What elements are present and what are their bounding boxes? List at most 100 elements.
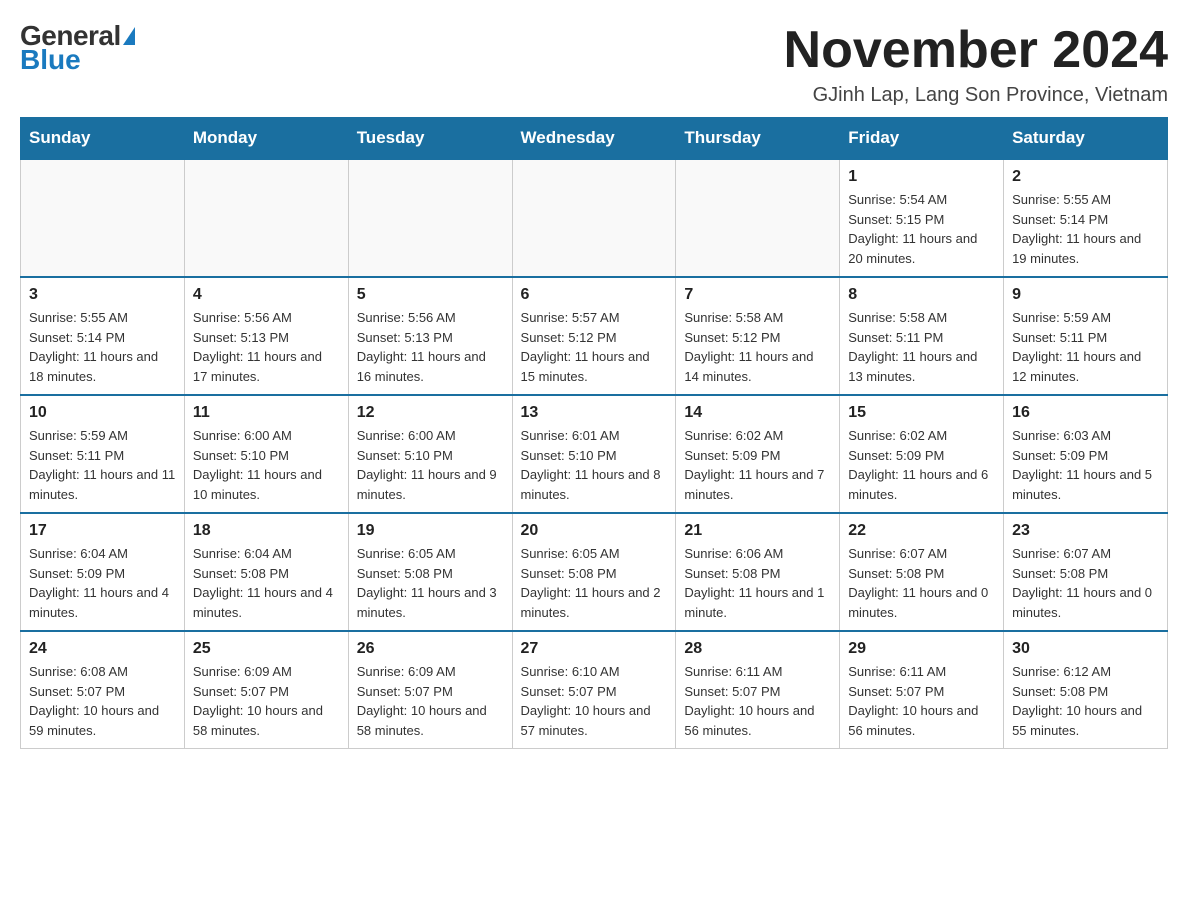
logo: General Blue: [20, 20, 135, 76]
calendar-cell: 18 Sunrise: 6:04 AMSunset: 5:08 PMDayligh…: [184, 513, 348, 631]
day-number: 10: [29, 404, 176, 422]
header-friday: Friday: [840, 118, 1004, 160]
day-number: 27: [521, 640, 668, 658]
day-info: Sunrise: 6:01 AMSunset: 5:10 PMDaylight:…: [521, 426, 668, 504]
day-number: 25: [193, 640, 340, 658]
calendar-cell: 15Sunrise: 6:02 AMSunset: 5:09 PMDayligh…: [840, 395, 1004, 513]
day-number: 30: [1012, 640, 1159, 658]
day-number: 24: [29, 640, 176, 658]
day-info: Sunrise: 6:04 AMSunset: 5:09 PMDaylight:…: [29, 544, 176, 622]
day-number: 3: [29, 286, 176, 304]
day-number: 16: [1012, 404, 1159, 422]
day-info: Sunrise: 5:58 AMSunset: 5:11 PMDaylight:…: [848, 308, 995, 386]
day-info: Sunrise: 5:55 AMSunset: 5:14 PMDaylight:…: [29, 308, 176, 386]
calendar-cell: 20 Sunrise: 6:05 AMSunset: 5:08 PMDayligh…: [512, 513, 676, 631]
day-number: 17: [29, 522, 176, 540]
calendar-cell: 21Sunrise: 6:06 AMSunset: 5:08 PMDayligh…: [676, 513, 840, 631]
calendar-cell: 12 Sunrise: 6:00 AMSunset: 5:10 PMDayligh…: [348, 395, 512, 513]
day-number: 8: [848, 286, 995, 304]
day-number: 9: [1012, 286, 1159, 304]
day-info: Sunrise: 5:55 AMSunset: 5:14 PMDaylight:…: [1012, 190, 1159, 268]
day-info: Sunrise: 5:54 AMSunset: 5:15 PMDaylight:…: [848, 190, 995, 268]
calendar-cell: 28 Sunrise: 6:11 AMSunset: 5:07 PMDayligh…: [676, 631, 840, 749]
calendar-cell: 30 Sunrise: 6:12 AMSunset: 5:08 PMDayligh…: [1004, 631, 1168, 749]
location-subtitle: GJinh Lap, Lang Son Province, Vietnam: [784, 84, 1168, 107]
week-row-4: 17 Sunrise: 6:04 AMSunset: 5:09 PMDayligh…: [21, 513, 1168, 631]
calendar-cell: 11Sunrise: 6:00 AMSunset: 5:10 PMDayligh…: [184, 395, 348, 513]
day-number: 18: [193, 522, 340, 540]
calendar-cell: 13Sunrise: 6:01 AMSunset: 5:10 PMDayligh…: [512, 395, 676, 513]
calendar-cell: 22 Sunrise: 6:07 AMSunset: 5:08 PMDayligh…: [840, 513, 1004, 631]
day-info: Sunrise: 6:09 AMSunset: 5:07 PMDaylight:…: [193, 662, 340, 740]
calendar-cell: 14 Sunrise: 6:02 AMSunset: 5:09 PMDayligh…: [676, 395, 840, 513]
day-number: 26: [357, 640, 504, 658]
calendar-cell: [21, 159, 185, 277]
logo-triangle-icon: [123, 27, 135, 45]
calendar-cell: 23 Sunrise: 6:07 AMSunset: 5:08 PMDayligh…: [1004, 513, 1168, 631]
day-info: Sunrise: 6:04 AMSunset: 5:08 PMDaylight:…: [193, 544, 340, 622]
calendar-cell: 3 Sunrise: 5:55 AMSunset: 5:14 PMDaylight…: [21, 277, 185, 395]
day-number: 22: [848, 522, 995, 540]
day-number: 20: [521, 522, 668, 540]
day-info: Sunrise: 6:09 AMSunset: 5:07 PMDaylight:…: [357, 662, 504, 740]
calendar-cell: [348, 159, 512, 277]
calendar-cell: 25 Sunrise: 6:09 AMSunset: 5:07 PMDayligh…: [184, 631, 348, 749]
calendar-cell: 29Sunrise: 6:11 AMSunset: 5:07 PMDayligh…: [840, 631, 1004, 749]
calendar-table: SundayMondayTuesdayWednesdayThursdayFrid…: [20, 117, 1168, 749]
day-number: 6: [521, 286, 668, 304]
week-row-2: 3 Sunrise: 5:55 AMSunset: 5:14 PMDaylight…: [21, 277, 1168, 395]
calendar-cell: 24 Sunrise: 6:08 AMSunset: 5:07 PMDayligh…: [21, 631, 185, 749]
day-number: 23: [1012, 522, 1159, 540]
calendar-cell: 9 Sunrise: 5:59 AMSunset: 5:11 PMDaylight…: [1004, 277, 1168, 395]
day-info: Sunrise: 6:00 AMSunset: 5:10 PMDaylight:…: [357, 426, 504, 504]
calendar-cell: 10 Sunrise: 5:59 AMSunset: 5:11 PMDayligh…: [21, 395, 185, 513]
day-info: Sunrise: 6:03 AMSunset: 5:09 PMDaylight:…: [1012, 426, 1159, 504]
day-info: Sunrise: 6:07 AMSunset: 5:08 PMDaylight:…: [1012, 544, 1159, 622]
calendar-cell: [184, 159, 348, 277]
day-info: Sunrise: 6:12 AMSunset: 5:08 PMDaylight:…: [1012, 662, 1159, 740]
day-number: 5: [357, 286, 504, 304]
day-info: Sunrise: 6:05 AMSunset: 5:08 PMDaylight:…: [521, 544, 668, 622]
day-info: Sunrise: 6:06 AMSunset: 5:08 PMDaylight:…: [684, 544, 831, 622]
header-monday: Monday: [184, 118, 348, 160]
calendar-cell: 17 Sunrise: 6:04 AMSunset: 5:09 PMDayligh…: [21, 513, 185, 631]
day-number: 29: [848, 640, 995, 658]
calendar-cell: 2Sunrise: 5:55 AMSunset: 5:14 PMDaylight…: [1004, 159, 1168, 277]
header-saturday: Saturday: [1004, 118, 1168, 160]
day-info: Sunrise: 5:59 AMSunset: 5:11 PMDaylight:…: [29, 426, 176, 504]
day-number: 19: [357, 522, 504, 540]
day-info: Sunrise: 6:08 AMSunset: 5:07 PMDaylight:…: [29, 662, 176, 740]
day-info: Sunrise: 6:02 AMSunset: 5:09 PMDaylight:…: [848, 426, 995, 504]
day-info: Sunrise: 5:58 AMSunset: 5:12 PMDaylight:…: [684, 308, 831, 386]
calendar-cell: 19 Sunrise: 6:05 AMSunset: 5:08 PMDayligh…: [348, 513, 512, 631]
week-row-1: 1 Sunrise: 5:54 AMSunset: 5:15 PMDaylight…: [21, 159, 1168, 277]
day-info: Sunrise: 6:02 AMSunset: 5:09 PMDaylight:…: [684, 426, 831, 504]
calendar-cell: 5 Sunrise: 5:56 AMSunset: 5:13 PMDaylight…: [348, 277, 512, 395]
logo-blue-text: Blue: [20, 44, 81, 76]
calendar-cell: 27 Sunrise: 6:10 AMSunset: 5:07 PMDayligh…: [512, 631, 676, 749]
day-info: Sunrise: 6:10 AMSunset: 5:07 PMDaylight:…: [521, 662, 668, 740]
calendar-cell: 16 Sunrise: 6:03 AMSunset: 5:09 PMDayligh…: [1004, 395, 1168, 513]
day-info: Sunrise: 5:59 AMSunset: 5:11 PMDaylight:…: [1012, 308, 1159, 386]
day-info: Sunrise: 5:57 AMSunset: 5:12 PMDaylight:…: [521, 308, 668, 386]
day-number: 28: [684, 640, 831, 658]
calendar-cell: 7 Sunrise: 5:58 AMSunset: 5:12 PMDaylight…: [676, 277, 840, 395]
header-tuesday: Tuesday: [348, 118, 512, 160]
day-info: Sunrise: 5:56 AMSunset: 5:13 PMDaylight:…: [193, 308, 340, 386]
header-thursday: Thursday: [676, 118, 840, 160]
day-info: Sunrise: 6:05 AMSunset: 5:08 PMDaylight:…: [357, 544, 504, 622]
calendar-cell: 8 Sunrise: 5:58 AMSunset: 5:11 PMDaylight…: [840, 277, 1004, 395]
day-number: 4: [193, 286, 340, 304]
calendar-cell: 26 Sunrise: 6:09 AMSunset: 5:07 PMDayligh…: [348, 631, 512, 749]
day-info: Sunrise: 5:56 AMSunset: 5:13 PMDaylight:…: [357, 308, 504, 386]
day-number: 7: [684, 286, 831, 304]
day-number: 1: [848, 168, 995, 186]
page-header: General Blue November 2024 GJinh Lap, La…: [20, 20, 1168, 107]
day-info: Sunrise: 6:07 AMSunset: 5:08 PMDaylight:…: [848, 544, 995, 622]
day-info: Sunrise: 6:11 AMSunset: 5:07 PMDaylight:…: [684, 662, 831, 740]
day-number: 14: [684, 404, 831, 422]
month-year-title: November 2024: [784, 20, 1168, 80]
day-info: Sunrise: 6:00 AMSunset: 5:10 PMDaylight:…: [193, 426, 340, 504]
calendar-cell: 1 Sunrise: 5:54 AMSunset: 5:15 PMDaylight…: [840, 159, 1004, 277]
day-number: 12: [357, 404, 504, 422]
